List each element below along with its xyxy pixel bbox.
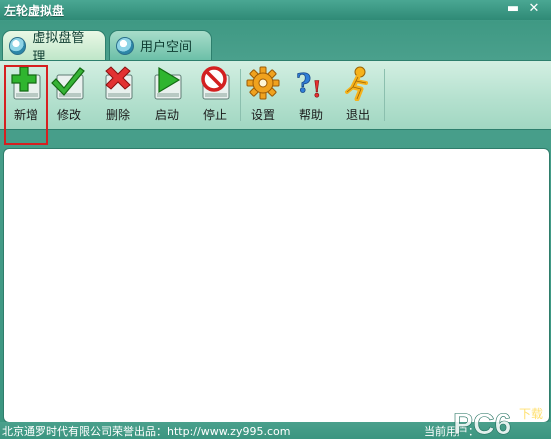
tab-label: 用户空间 xyxy=(140,40,193,55)
svg-text:?: ? xyxy=(296,69,311,99)
delete-x-icon xyxy=(105,66,133,100)
stop-label: 停止 xyxy=(202,108,227,122)
edit-label: 修改 xyxy=(56,108,81,122)
settings-button[interactable]: 设置 xyxy=(241,63,285,125)
stop-button[interactable]: 停止 xyxy=(193,63,237,125)
tab-user-space[interactable]: 用户空间 xyxy=(109,30,212,60)
tab-virtual-disk-management[interactable]: 虚拟盘管理 xyxy=(2,30,106,65)
add-icon xyxy=(11,66,41,100)
new-button[interactable]: 新增 xyxy=(4,63,48,125)
disk-icon xyxy=(9,36,27,55)
help-question-icon: ? ! xyxy=(296,69,322,101)
delete-button[interactable]: 删除 xyxy=(96,63,140,125)
exit-label: 退出 xyxy=(345,108,370,122)
help-button[interactable]: ? ! 帮助 xyxy=(289,63,333,125)
svg-text:!: ! xyxy=(312,77,322,101)
toolbar: 新增 修改 删除 启动 停止 设置 ? ! 帮助 退出 xyxy=(0,60,551,130)
disk-icon xyxy=(116,36,134,55)
close-button[interactable]: ✕ xyxy=(526,2,542,16)
gear-icon xyxy=(246,66,280,100)
toolbar-separator xyxy=(384,69,385,121)
window-title: 左轮虚拟盘 xyxy=(4,4,65,18)
copyright-text: 北京通罗时代有限公司荣誉出品：http://www.zy995.com xyxy=(2,425,291,438)
disk-list-panel[interactable] xyxy=(3,148,550,423)
tab-label: 虚拟盘管理 xyxy=(32,30,85,65)
minimize-button[interactable]: ▬ xyxy=(505,2,521,16)
settings-label: 设置 xyxy=(250,108,275,122)
new-label: 新增 xyxy=(13,108,38,122)
play-icon xyxy=(154,66,182,100)
start-label: 启动 xyxy=(154,108,179,122)
help-label: 帮助 xyxy=(298,108,323,122)
delete-label: 删除 xyxy=(105,108,130,122)
edit-button[interactable]: 修改 xyxy=(47,63,91,125)
app-window: 左轮虚拟盘 ▬ ✕ 虚拟盘管理 用户空间 新增 修改 删除 启动 停止 设置 ?… xyxy=(0,0,551,439)
start-button[interactable]: 启动 xyxy=(145,63,189,125)
title-bar[interactable]: 左轮虚拟盘 ▬ ✕ xyxy=(0,0,551,20)
status-bar: 北京通罗时代有限公司荣誉出品：http://www.zy995.com 当前用户… xyxy=(0,422,551,439)
checkmark-icon xyxy=(51,67,85,100)
exit-button[interactable]: 退出 xyxy=(336,63,380,125)
stop-icon xyxy=(201,66,230,100)
running-man-icon xyxy=(345,66,368,101)
current-user-label: 当前用户： xyxy=(424,425,479,438)
